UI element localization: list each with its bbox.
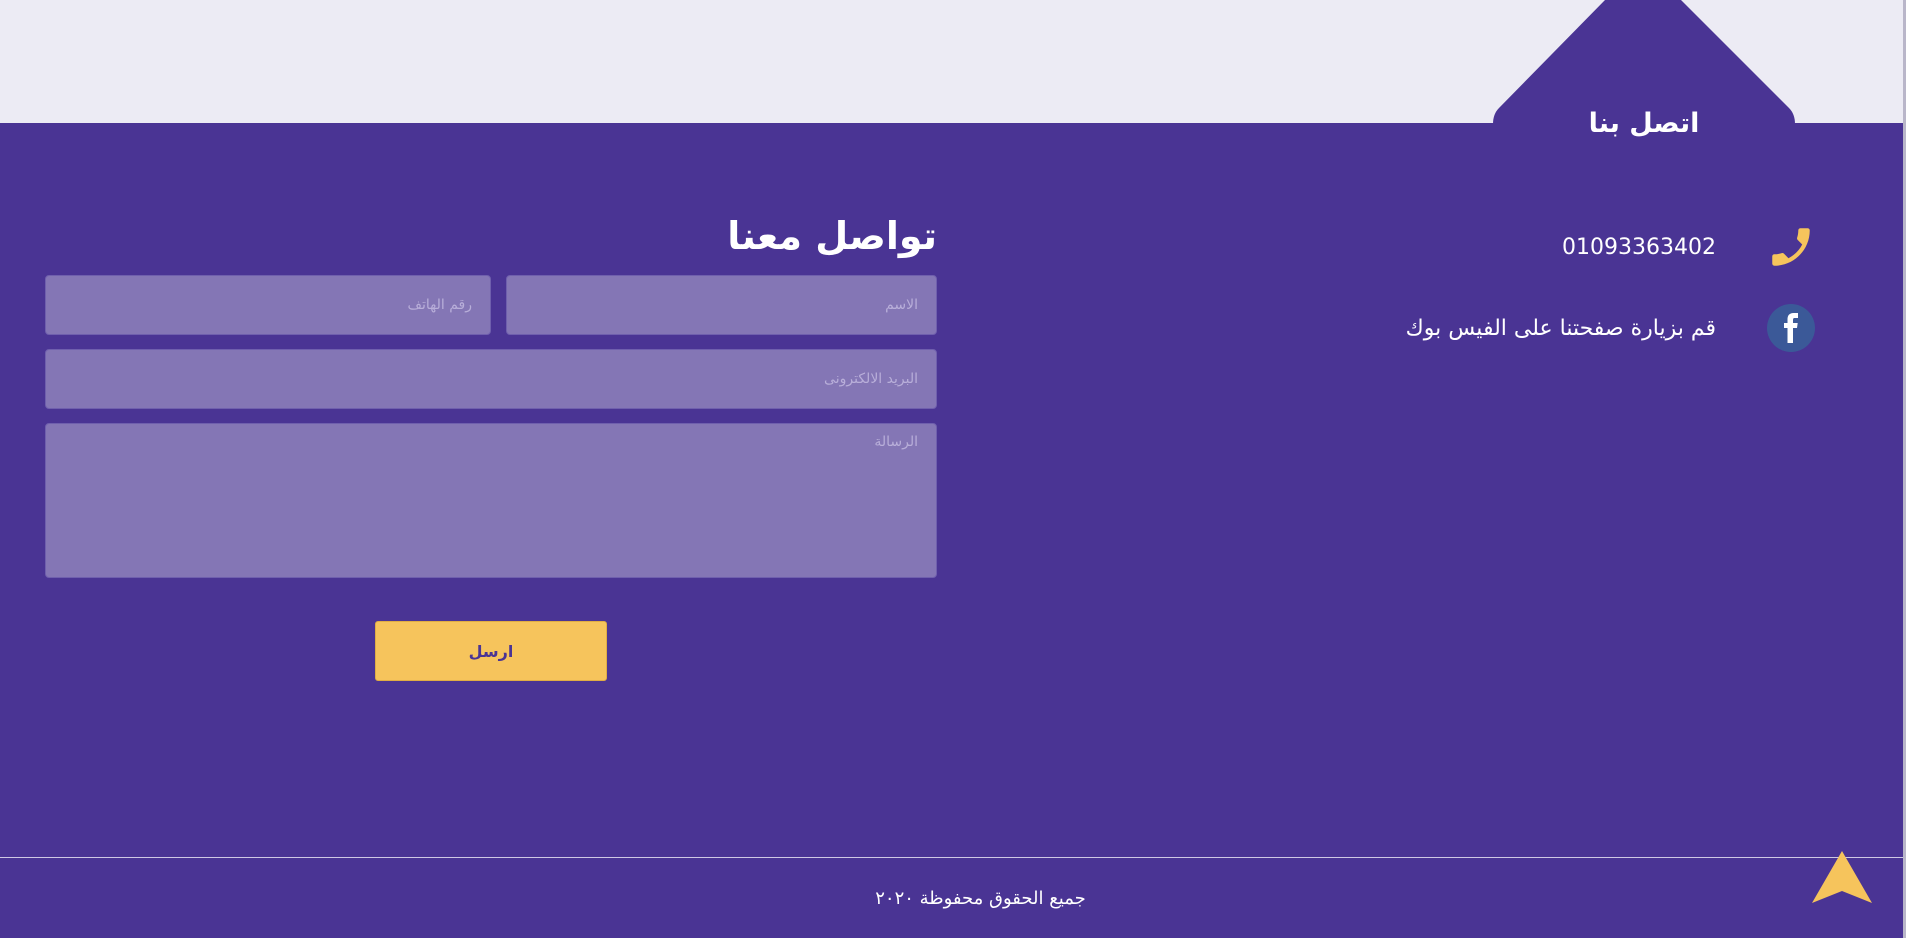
copyright-text: جميع الحقوق محفوظة ٢٠٢٠ [875, 888, 1086, 909]
facebook-icon-wrap [1766, 303, 1816, 353]
section-title: اتصل بنا [1588, 108, 1700, 139]
submit-button[interactable]: ارسل [375, 621, 607, 681]
message-textarea[interactable] [45, 423, 937, 578]
name-input[interactable] [506, 275, 937, 335]
phone-number[interactable]: 01093363402 [1562, 235, 1716, 260]
email-input[interactable] [45, 349, 937, 409]
phone-icon [1766, 222, 1816, 272]
facebook-contact[interactable]: قم بزيارة صفحتنا على الفيس بوك [1406, 303, 1816, 353]
phone-input[interactable] [45, 275, 491, 335]
scroll-to-top-icon[interactable] [1810, 849, 1874, 905]
phone-contact: 01093363402 [1562, 222, 1816, 272]
facebook-icon[interactable] [1767, 304, 1815, 352]
form-title: تواصل معنا [727, 214, 937, 258]
facebook-link-text[interactable]: قم بزيارة صفحتنا على الفيس بوك [1406, 316, 1716, 341]
